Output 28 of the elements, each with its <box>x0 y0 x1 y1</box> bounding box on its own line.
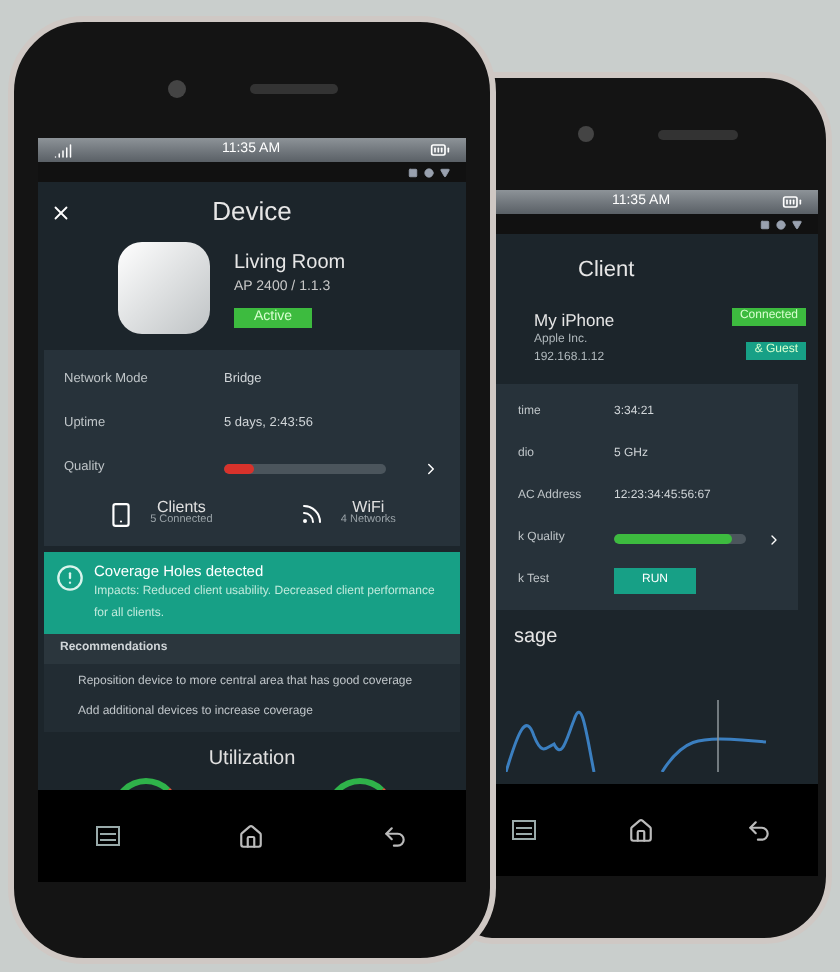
recent-apps-icon[interactable] <box>512 820 536 841</box>
wifi-icon <box>300 502 325 526</box>
phone-icon <box>108 501 135 527</box>
screen-title: Client <box>576 256 637 286</box>
battery-icon <box>782 192 802 212</box>
back-icon[interactable] <box>746 817 772 844</box>
screen-title: Device <box>212 194 292 231</box>
recent-apps-icon[interactable] <box>96 826 121 847</box>
chevron-icon[interactable] <box>422 459 440 477</box>
alert-icon <box>56 564 84 592</box>
home-icon[interactable] <box>237 823 264 850</box>
device-name: Living Room <box>234 250 346 278</box>
signal-icon <box>54 141 72 159</box>
camera-icon <box>578 126 594 142</box>
chevron-icon[interactable] <box>766 531 782 548</box>
summary-title: Clients <box>156 500 206 517</box>
client-name: My iPhone <box>534 307 617 333</box>
usage-title: sage <box>512 624 560 653</box>
utilization-title: Utilization <box>206 746 298 775</box>
close-icon[interactable] <box>50 201 72 223</box>
battery-icon <box>430 140 450 160</box>
speaker-grille <box>249 83 337 93</box>
summary-title: WiFi <box>352 500 385 517</box>
home-icon[interactable] <box>628 817 654 844</box>
speaker-grille <box>658 129 738 139</box>
camera-icon <box>167 79 185 97</box>
back-icon[interactable] <box>381 823 408 850</box>
access-point-drawing <box>118 242 210 334</box>
